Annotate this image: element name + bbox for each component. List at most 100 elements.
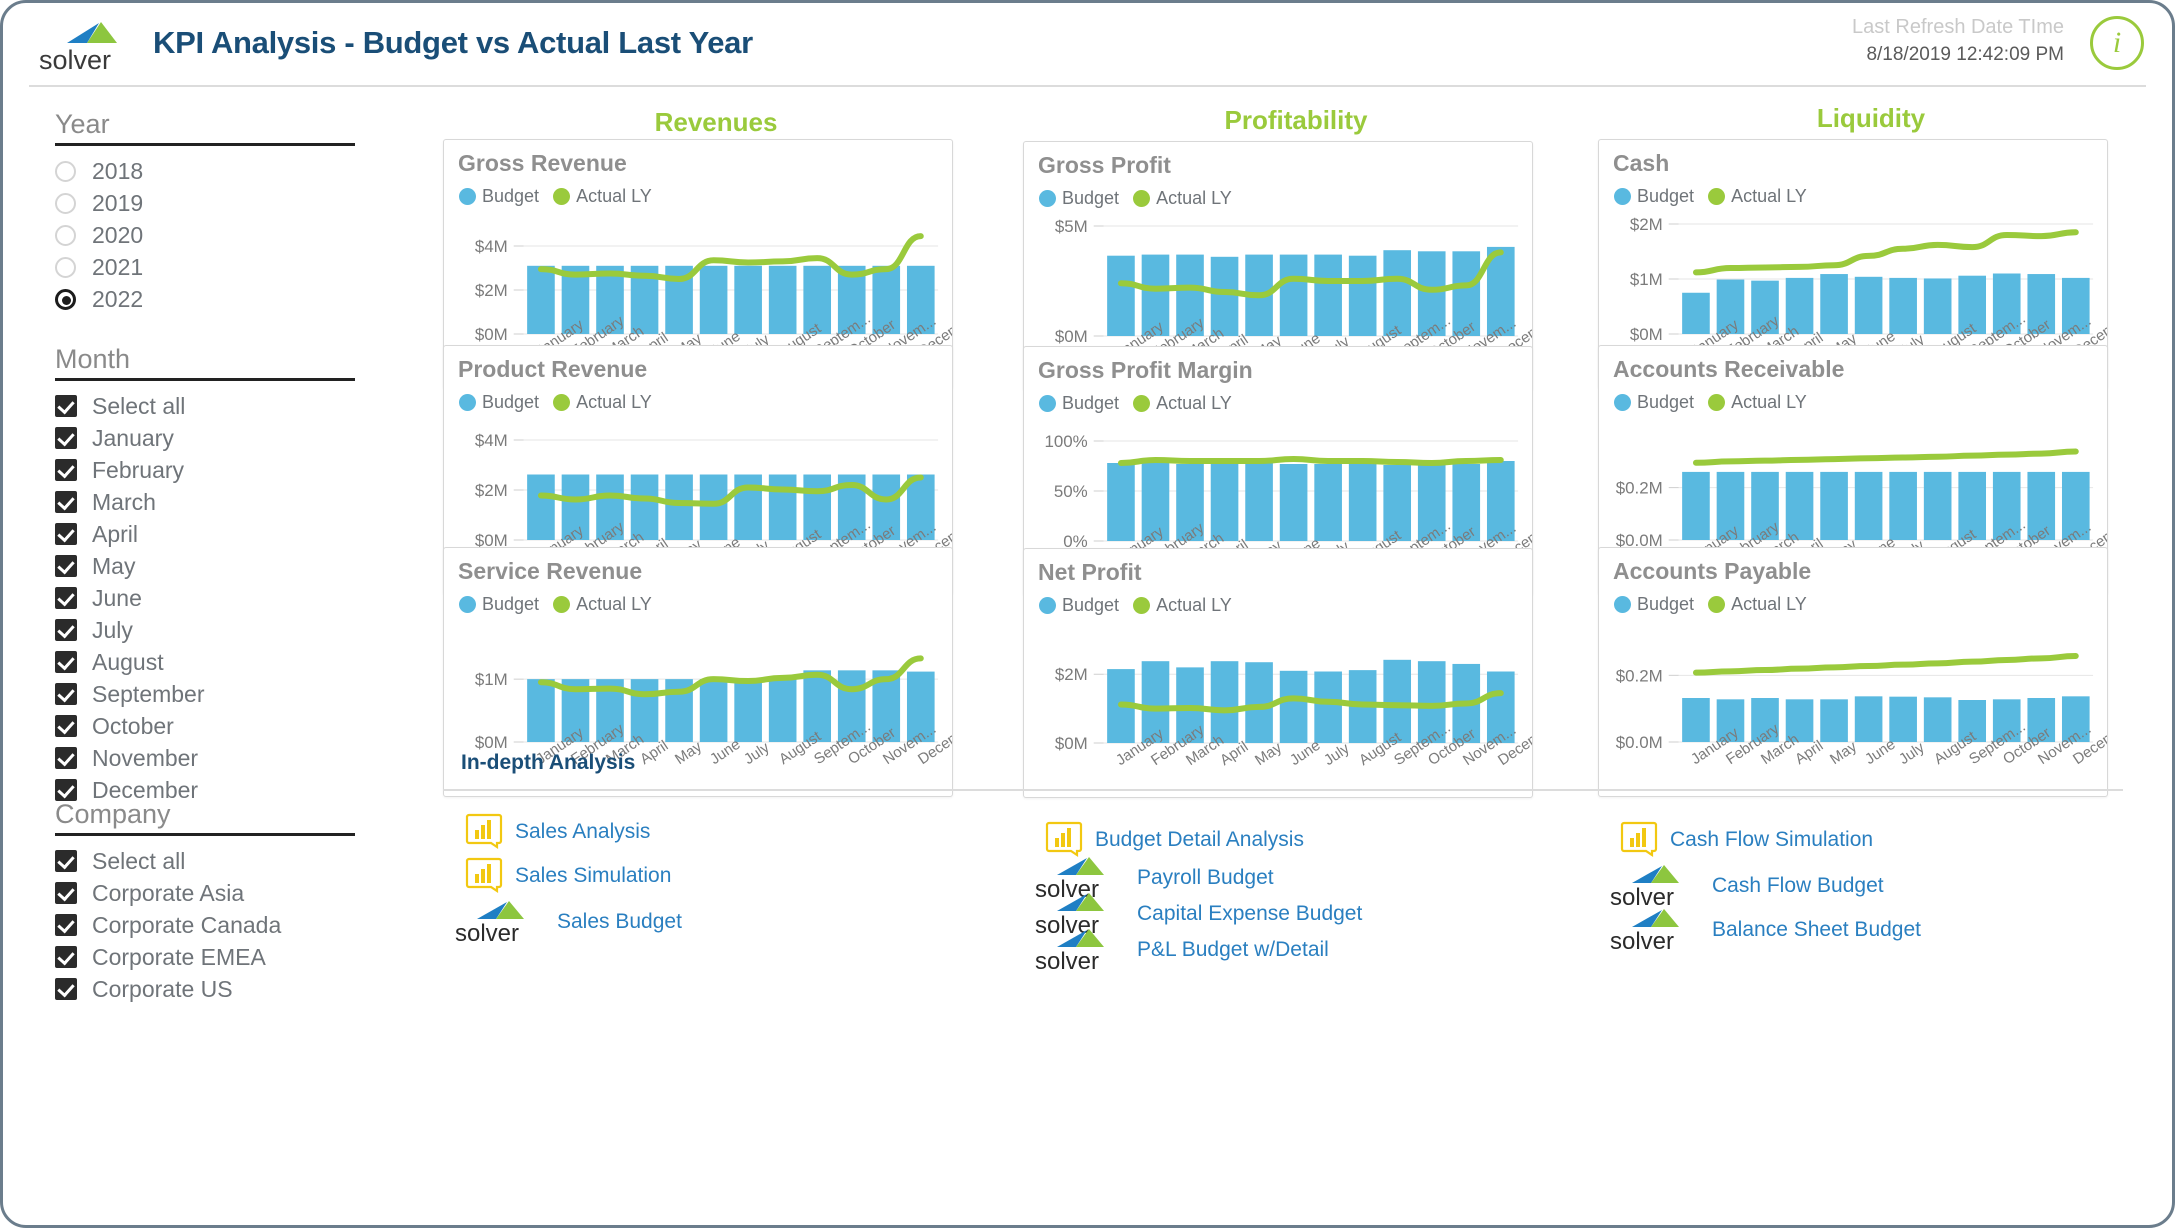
analysis-link-p-l-budget-w-detail[interactable]: solver P&L Budget w/Detail [1033,927,1329,973]
month-option-september[interactable]: September [55,678,355,710]
legend-label: Budget [1637,186,1695,206]
option-label: Corporate EMEA [92,943,266,970]
month-option-july[interactable]: July [55,614,355,646]
legend-item-budget: Budget [1614,186,1694,207]
year-option-2021[interactable]: 2021 [55,251,355,283]
legend-label: Budget [1062,188,1120,208]
checkbox-icon[interactable] [55,523,77,545]
radio-icon[interactable] [55,256,76,278]
checkbox-icon[interactable] [55,427,77,449]
svg-text:$4M: $4M [475,431,508,450]
checkbox-icon[interactable] [55,555,77,577]
legend-item-actual: Actual LY [1133,595,1232,616]
checkbox-icon[interactable] [55,491,77,513]
company-option-corporate-us[interactable]: Corporate US [55,973,355,1005]
legend-swatch-budget-icon [1614,596,1631,613]
analysis-link-label[interactable]: Capital Expense Budget [1137,902,1362,926]
kpi-card-net-profit[interactable]: Net Profit Budget Actual LY $0M $2M January Fe… [1023,548,1533,798]
radio-icon[interactable] [55,224,76,246]
last-refresh-value: 8/18/2019 12:42:09 PM [1866,44,2064,65]
year-option-2019[interactable]: 2019 [55,187,355,219]
month-option-august[interactable]: August [55,646,355,678]
radio-icon[interactable] [55,160,76,182]
option-label: 2021 [92,253,144,280]
analysis-link-label[interactable]: Balance Sheet Budget [1712,918,1921,942]
company-option-corporate-asia[interactable]: Corporate Asia [55,877,355,909]
legend-label: Actual LY [1156,188,1232,208]
kpi-card-accounts-payable[interactable]: Accounts Payable Budget Actual LY $0.0M $0.2… [1598,547,2108,797]
checkbox-icon[interactable] [55,882,77,904]
legend-swatch-budget-icon [1614,394,1631,411]
legend-item-budget: Budget [1614,392,1694,413]
analysis-link-label[interactable]: Cash Flow Simulation [1670,828,1873,852]
analysis-link-label[interactable]: Sales Budget [557,910,682,934]
radio-icon[interactable] [55,192,76,214]
analysis-link-label[interactable]: P&L Budget w/Detail [1137,938,1329,962]
checkbox-icon[interactable] [55,715,77,737]
svg-text:$4M: $4M [475,237,508,256]
legend-label: Budget [482,186,540,206]
analysis-link-sales-simulation[interactable]: Sales Simulation [453,855,671,897]
analysis-link-cash-flow-budget[interactable]: solver Cash Flow Budget [1608,863,1884,909]
checkbox-icon[interactable] [55,914,77,936]
month-option-october[interactable]: October [55,710,355,742]
legend-label: Actual LY [576,392,652,412]
month-option-list: Select all January February March April May Ju… [55,390,355,806]
option-label: October [92,712,174,739]
legend-item-actual: Actual LY [1708,594,1807,615]
analysis-link-cash-flow-simulation[interactable]: Cash Flow Simulation [1608,819,1873,861]
analysis-link-label[interactable]: Cash Flow Budget [1712,874,1884,898]
svg-text:$2M: $2M [475,481,508,500]
checkbox-icon[interactable] [55,946,77,968]
analysis-link-label[interactable]: Sales Analysis [515,820,650,844]
company-option-select-all[interactable]: Select all [55,845,355,877]
svg-text:50%: 50% [1054,482,1088,501]
legend-item-actual: Actual LY [553,594,652,615]
company-option-corporate-canada[interactable]: Corporate Canada [55,909,355,941]
month-option-may[interactable]: May [55,550,355,582]
analysis-link-label[interactable]: Payroll Budget [1137,866,1274,890]
month-option-march[interactable]: March [55,486,355,518]
section-header-liquidity: Liquidity [1816,103,1926,133]
analysis-link-sales-analysis[interactable]: Sales Analysis [453,811,650,853]
month-option-june[interactable]: June [55,582,355,614]
legend-label: Budget [1062,595,1120,615]
analysis-link-label[interactable]: Budget Detail Analysis [1095,828,1304,852]
checkbox-icon[interactable] [55,651,77,673]
analysis-link-sales-budget[interactable]: solver Sales Budget [453,899,682,945]
legend-label: Actual LY [576,186,652,206]
company-option-corporate-emea[interactable]: Corporate EMEA [55,941,355,973]
checkbox-icon[interactable] [55,587,77,609]
legend-swatch-budget-icon [1039,190,1056,207]
month-option-february[interactable]: February [55,454,355,486]
chart-legend: Budget Actual LY [459,594,666,615]
chart-legend: Budget Actual LY [459,186,666,207]
checkbox-icon[interactable] [55,978,77,1000]
checkbox-icon[interactable] [55,619,77,641]
analysis-link-balance-sheet-budget[interactable]: solver Balance Sheet Budget [1608,907,1921,953]
month-option-january[interactable]: January [55,422,355,454]
svg-text:solver: solver [39,45,111,75]
year-option-2022[interactable]: 2022 [55,283,355,315]
option-label: May [92,552,136,579]
info-icon[interactable]: i [2090,16,2144,70]
year-option-2020[interactable]: 2020 [55,219,355,251]
legend-swatch-actual-icon [553,188,571,205]
option-label: July [92,616,133,643]
card-title: Service Revenue [458,558,643,584]
year-option-2018[interactable]: 2018 [55,155,355,187]
checkbox-icon[interactable] [55,779,77,801]
checkbox-icon[interactable] [55,850,77,872]
chart-legend: Budget Actual LY [1614,392,1821,413]
radio-icon[interactable] [55,288,76,310]
checkbox-icon[interactable] [55,395,77,417]
analysis-link-label[interactable]: Sales Simulation [515,864,671,888]
month-option-april[interactable]: April [55,518,355,550]
checkbox-icon[interactable] [55,459,77,481]
in-depth-analysis-title: In-depth Analysis [461,751,636,774]
legend-swatch-actual-icon [1133,395,1151,412]
month-option-select-all[interactable]: Select all [55,390,355,422]
checkbox-icon[interactable] [55,747,77,769]
checkbox-icon[interactable] [55,683,77,705]
month-option-november[interactable]: November [55,742,355,774]
